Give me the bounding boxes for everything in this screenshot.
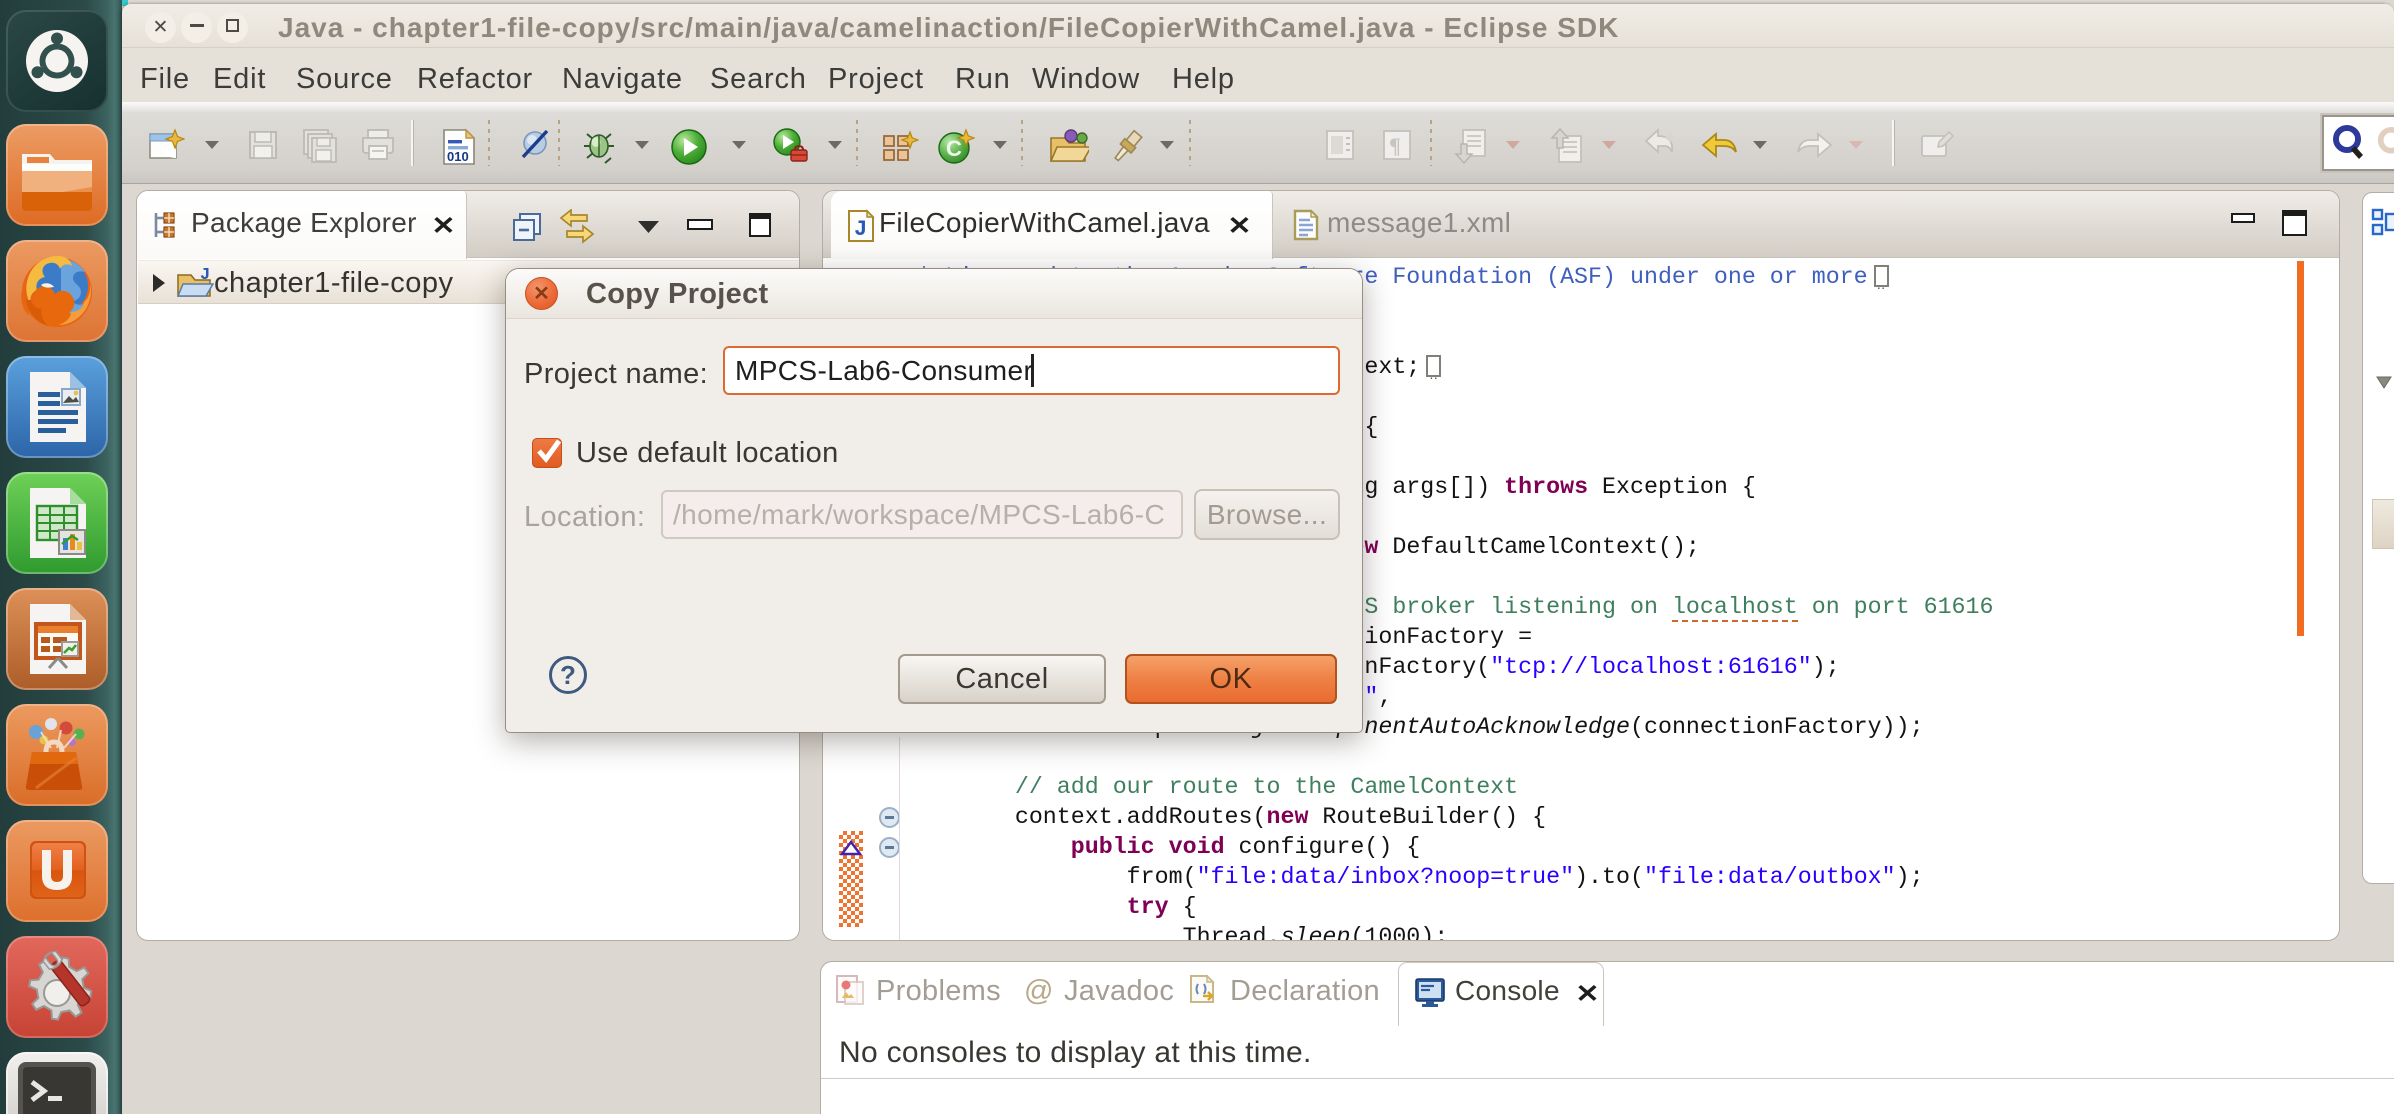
svg-text:J: J [200, 266, 210, 285]
svg-text:¶: ¶ [1389, 133, 1401, 158]
svg-text:C: C [946, 136, 962, 161]
svg-text:J: J [854, 217, 867, 242]
svg-text:010: 010 [447, 149, 469, 164]
